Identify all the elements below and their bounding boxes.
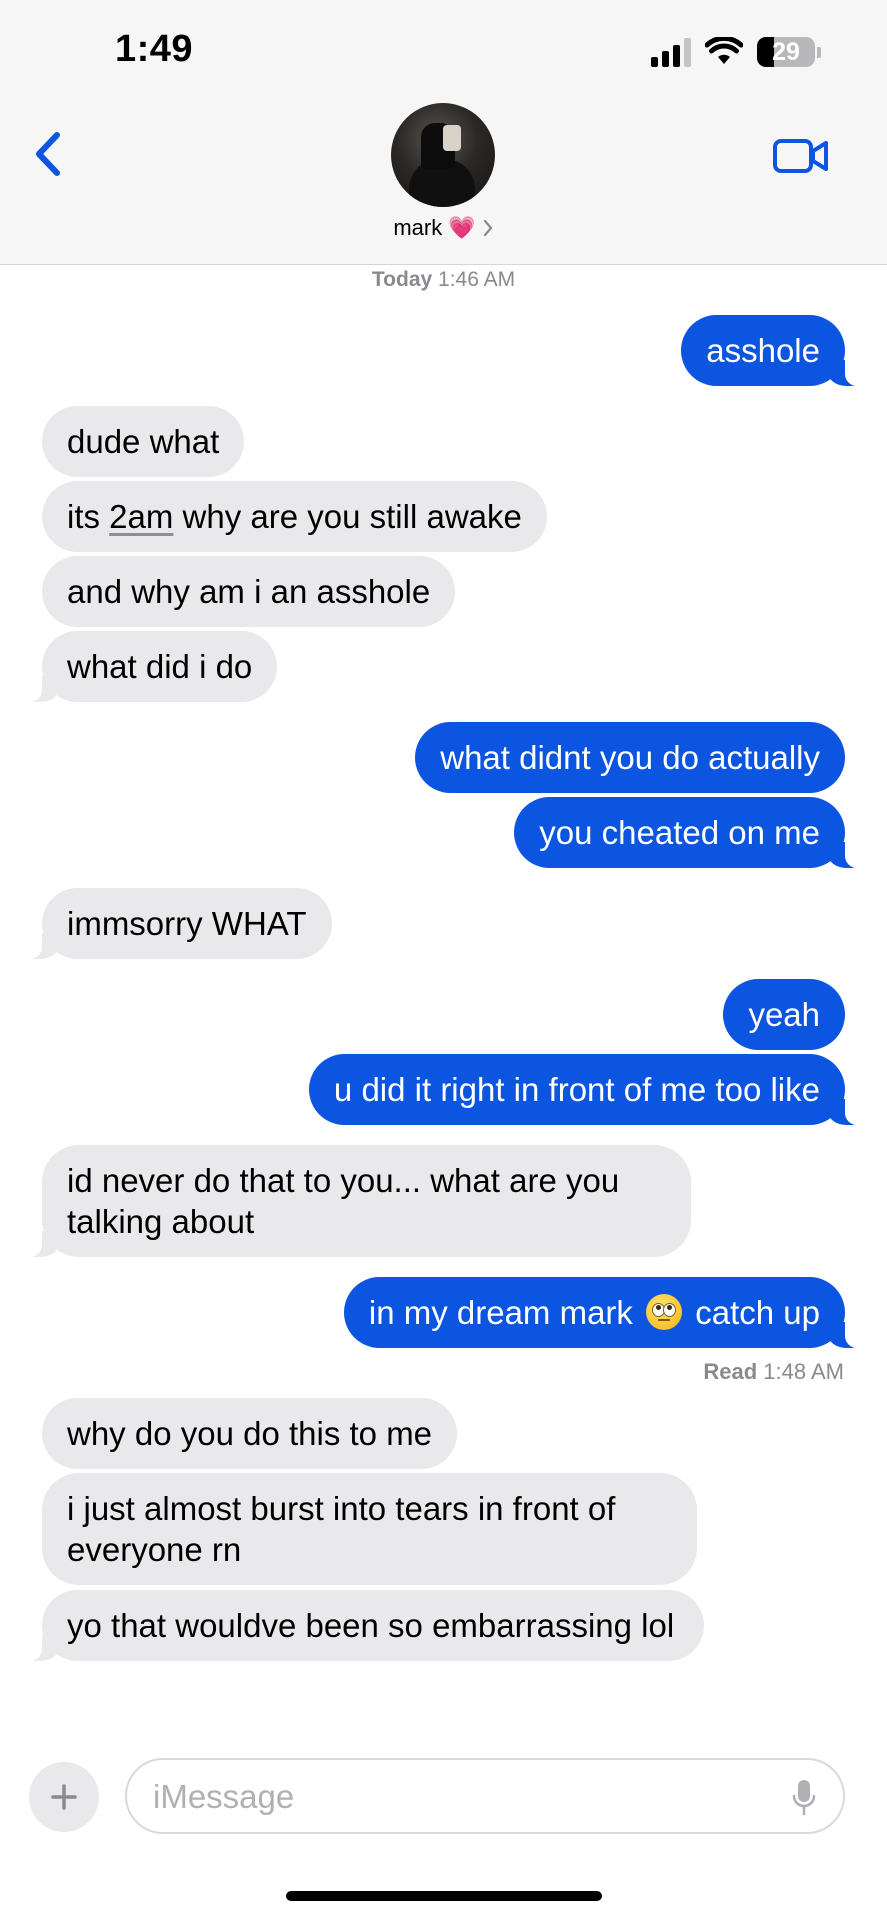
contact-details-link[interactable]: mark 💗 (0, 215, 887, 241)
back-button[interactable] (28, 128, 68, 180)
message-bubble-outgoing[interactable]: what didnt you do actually (415, 722, 845, 793)
battery-icon: 29 (757, 37, 815, 67)
message-input[interactable] (151, 1760, 755, 1834)
status-icons: 29 (651, 34, 821, 70)
message-text: yeah (748, 996, 820, 1033)
home-indicator[interactable] (286, 1891, 602, 1901)
timestamp-day: Today (371, 268, 433, 291)
message-bubble-incoming[interactable]: its 2am why are you still awake (42, 481, 547, 552)
message-bubble-outgoing[interactable]: you cheated on me (514, 797, 867, 868)
message-bubble-outgoing[interactable]: u did it right in front of me too like (308, 1054, 868, 1125)
contact-name: mark (393, 215, 443, 240)
detected-time-link[interactable]: 2am (109, 498, 173, 535)
dictation-button[interactable] (791, 1778, 817, 1818)
message-bubble-outgoing[interactable]: yeah (723, 979, 845, 1050)
read-receipt: Read 1:48 AM (703, 1359, 844, 1385)
message-text: why are you still awake (173, 498, 522, 535)
message-text: why do you do this to me (67, 1415, 433, 1452)
read-time: 1:48 AM (763, 1359, 844, 1384)
rolling-eyes-emoji (646, 1294, 683, 1330)
message-bubble-incoming[interactable]: immsorry WHAT (20, 888, 332, 959)
facetime-video-button[interactable] (772, 136, 830, 176)
message-bubble-incoming[interactable]: what did i do (19, 631, 278, 702)
read-label: Read (703, 1359, 758, 1384)
wifi-icon (705, 37, 743, 64)
message-text: in my dream mark (368, 1294, 643, 1331)
apps-plus-button[interactable] (29, 1762, 99, 1832)
plus-icon (51, 1784, 77, 1810)
message-text: id never do that to you... what are you … (67, 1162, 620, 1240)
message-bubble-incoming[interactable]: i just almost burst into tears in front … (42, 1473, 697, 1585)
message-text: you cheated on me (539, 814, 820, 851)
chevron-right-icon (483, 219, 493, 237)
message-text: and why am i an asshole (67, 573, 431, 610)
message-text: its (67, 498, 110, 535)
message-bubble-incoming[interactable]: why do you do this to me (42, 1398, 458, 1469)
conversation-header: 1:49 29 mark 💗 (0, 0, 887, 265)
battery-nub (817, 46, 821, 58)
message-text: i just almost burst into tears in front … (67, 1490, 616, 1568)
message-bubble-outgoing[interactable]: in my dream mark catch up (343, 1277, 868, 1348)
status-time: 1:49 (115, 28, 194, 70)
message-bubble-outgoing[interactable]: asshole (681, 315, 867, 386)
message-text: yo that wouldve been so embarrassing lol (67, 1607, 675, 1644)
message-bubble-incoming[interactable]: id never do that to you... what are you … (20, 1145, 691, 1257)
message-bubble-incoming[interactable]: dude what (42, 406, 245, 477)
message-text: immsorry WHAT (67, 905, 307, 942)
heart-emoji-icon: 💗 (448, 215, 476, 240)
message-text: asshole (706, 332, 820, 369)
message-text: u did it right in front of me too like (333, 1071, 820, 1108)
message-text: dude what (67, 423, 220, 460)
battery-percent: 29 (772, 37, 800, 66)
contact-avatar[interactable] (391, 103, 495, 207)
message-bubble-incoming[interactable]: yo that wouldve been so embarrassing lol (20, 1590, 704, 1661)
back-chevron-icon (36, 132, 60, 176)
cellular-signal-icon (651, 37, 691, 67)
message-text: catch up (686, 1294, 820, 1331)
message-text: what didnt you do actually (440, 739, 820, 776)
video-camera-icon (773, 139, 828, 173)
microphone-icon (792, 1780, 816, 1816)
thread-timestamp: Today 1:46 AM (0, 268, 887, 292)
message-compose-field[interactable] (125, 1758, 845, 1834)
timestamp-time: 1:46 AM (438, 268, 516, 291)
message-text: what did i do (67, 648, 253, 685)
message-bubble-incoming[interactable]: and why am i an asshole (42, 556, 456, 627)
